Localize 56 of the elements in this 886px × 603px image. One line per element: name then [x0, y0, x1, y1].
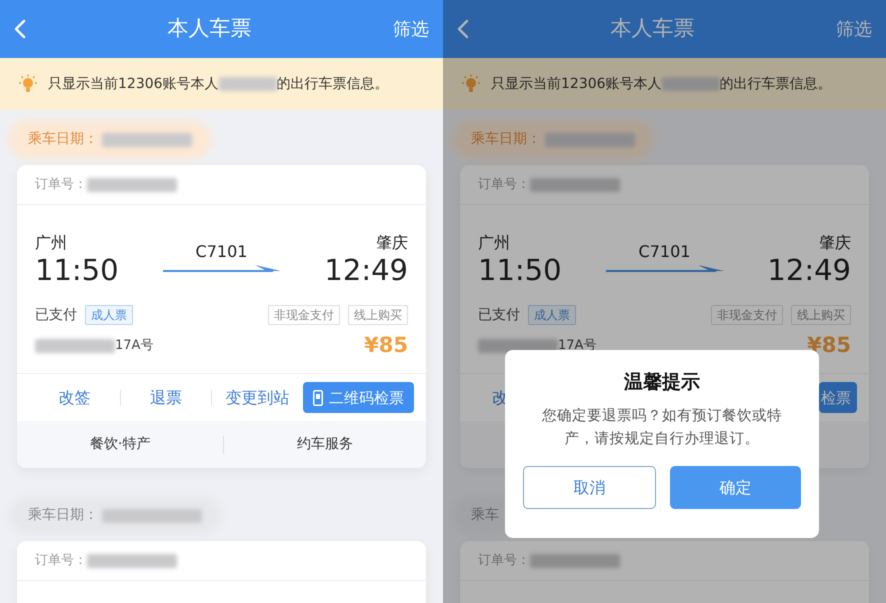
- ticket-action-link[interactable]: 变更到站: [226, 386, 290, 410]
- arrival-station: 肇庆: [818, 232, 851, 254]
- redacted-blur: [218, 77, 277, 91]
- lightbulb-icon: [18, 74, 38, 94]
- seat-number: 17A号: [115, 336, 154, 355]
- purchase-tag: 非现金支付: [268, 305, 340, 326]
- date-label: 乘车日期：: [471, 130, 541, 149]
- confirm-button[interactable]: 确定: [670, 466, 801, 510]
- order-label: 订单号：: [35, 552, 87, 570]
- notice-text: 的出行车票信息。: [276, 74, 389, 94]
- qr-check-button[interactable]: 检票: [819, 382, 857, 414]
- payment-status: 已支付: [35, 306, 77, 325]
- seat-number: 17A号: [558, 336, 596, 355]
- phone-icon: [313, 390, 324, 406]
- departure-station: 广州: [478, 232, 511, 254]
- order-label: 订单号：: [478, 552, 530, 570]
- qr-check-button[interactable]: 二维码检票: [303, 382, 414, 414]
- purchase-tag: 线上购买: [348, 305, 408, 326]
- dialog-title: 温馨提示: [622, 370, 701, 395]
- ticket-type-tag: 成人票: [85, 305, 133, 326]
- ticket-price: ¥85: [364, 332, 408, 359]
- purchase-tag: 非现金支付: [711, 305, 783, 326]
- train-number: C7101: [638, 240, 690, 263]
- page-title: 本人车票: [166, 15, 252, 42]
- departure-station: 广州: [35, 232, 68, 254]
- lightbulb-icon: [461, 74, 481, 94]
- service-link[interactable]: 餐饮·特产: [17, 434, 224, 456]
- order-label: 订单号：: [35, 176, 87, 194]
- ticket-action-link[interactable]: 改签: [58, 386, 90, 410]
- departure-time: 11:50: [478, 255, 562, 287]
- order-label: 订单号：: [478, 176, 530, 194]
- arrival-time: 12:49: [324, 255, 408, 287]
- dialog-message: 您确定要退票吗？如有预订餐饮或特产，请按规定自行办理退订。: [541, 406, 783, 450]
- filter-link[interactable]: 筛选: [836, 16, 872, 42]
- notice-text: 的出行车票信息。: [720, 74, 832, 94]
- ticket-action-link[interactable]: 退票: [150, 386, 182, 410]
- ticket-price: ¥85: [807, 332, 851, 359]
- notice-text: 只显示当前12306账号本人: [491, 74, 662, 94]
- back-icon[interactable]: [457, 19, 469, 39]
- departure-time: 11:50: [35, 255, 119, 287]
- filter-link[interactable]: 筛选: [393, 16, 429, 42]
- cancel-button[interactable]: 取消: [523, 466, 656, 510]
- payment-status: 已支付: [478, 306, 520, 325]
- date-label: 乘车日期：: [28, 130, 98, 149]
- back-icon[interactable]: [14, 19, 26, 39]
- date-label: 乘车: [471, 506, 499, 526]
- page-title: 本人车票: [610, 15, 696, 42]
- arrival-station: 肇庆: [375, 232, 408, 254]
- ticket-type-tag: 成人票: [528, 305, 576, 326]
- train-number: C7101: [196, 240, 248, 263]
- arrival-time: 12:49: [767, 255, 851, 287]
- redacted-blur: [662, 77, 720, 91]
- purchase-tag: 线上购买: [791, 305, 851, 326]
- service-link[interactable]: 约车服务: [224, 434, 426, 456]
- date-label: 乘车日期：: [28, 506, 98, 526]
- notice-text: 只显示当前12306账号本人: [48, 74, 219, 94]
